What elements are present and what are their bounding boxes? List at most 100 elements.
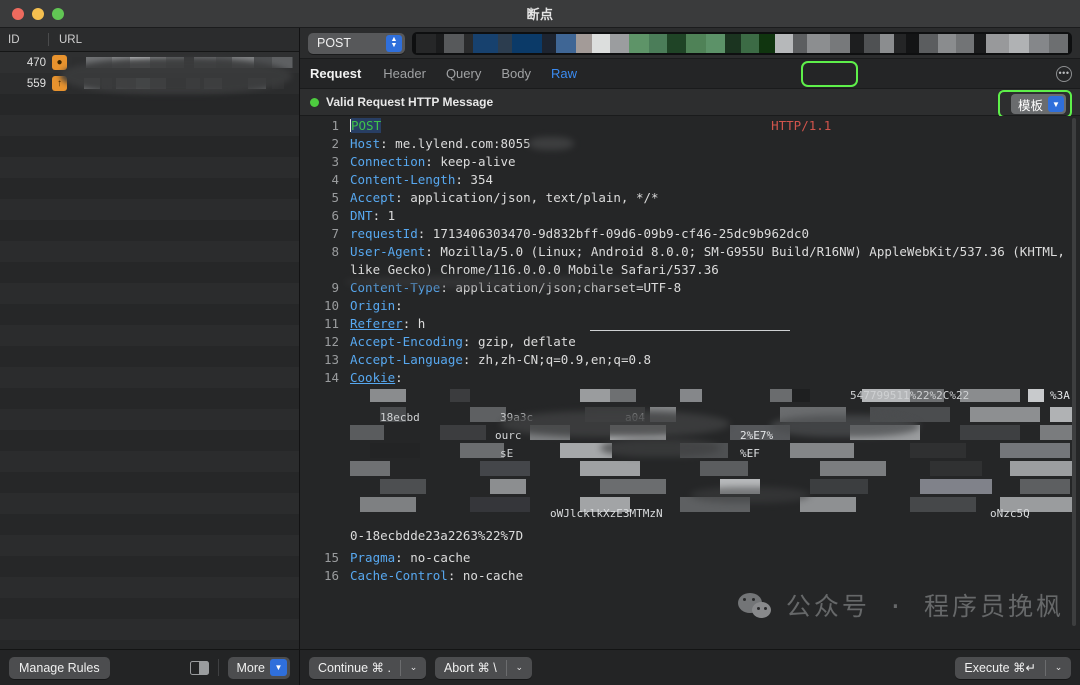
more-button[interactable]: More ▼ [227,656,290,679]
list-item[interactable] [0,241,299,262]
close-window-button[interactable] [12,7,24,20]
header-key: Referer [350,316,403,331]
sidebar-column-header: ID URL [0,28,299,52]
url-redacted-mosaic [416,33,1069,53]
header-key: Host [350,136,381,151]
raw-message-editor[interactable]: 1 POST HTTP/1.1 2 Host: me.lylend.com:80… [300,116,1080,649]
tab-query[interactable]: Query [438,63,489,84]
line-number: 11 [323,316,339,331]
http-method-select[interactable]: POST ▲ ▼ [308,32,405,54]
list-item[interactable] [0,388,299,409]
sidebar-panel-icon[interactable] [189,660,209,675]
wechat-icon [737,593,776,621]
breakpoint-window: 断点 ID URL 470 ● 559 ↑ POST ▲ ▼ Request H… [0,0,1080,685]
manage-rules-button[interactable]: Manage Rules [9,656,110,679]
list-item[interactable] [0,157,299,178]
watermark: 公众号 · 程序员挽枫 [737,593,1064,621]
list-item[interactable] [0,115,299,136]
code-line: 1 POST HTTP/1.1 [300,117,1080,135]
abort-button[interactable]: Abort ⌘ \ ⌄ [434,656,532,679]
column-header-url[interactable]: URL [59,34,299,46]
requests-sidebar: ID URL 470 ● 559 ↑ [0,28,300,649]
request-target-redacted [381,120,771,131]
code-line: 7 requestId: 1713406303470-9d832bff-09d6… [300,225,1080,243]
list-item[interactable] [0,535,299,556]
execute-button[interactable]: Execute ⌘↵ ⌄ [955,656,1071,679]
list-item[interactable] [0,430,299,451]
list-item[interactable] [0,598,299,619]
header-value: no-cache [462,568,524,583]
list-item[interactable] [0,367,299,388]
header-key: Pragma [350,550,396,565]
line-number: 4 [331,172,339,187]
table-row[interactable]: 470 ● [0,52,299,73]
header-key: Connection [350,154,426,169]
list-item[interactable] [0,346,299,367]
list-item[interactable] [0,304,299,325]
line-content: Host: me.lylend.com:8055 [350,135,1080,153]
list-item[interactable] [0,220,299,241]
list-item[interactable] [0,409,299,430]
line-number: 5 [331,190,339,205]
line-number: 12 [323,334,339,349]
list-item[interactable] [0,619,299,640]
line-content: Cache-Control: no-cache [350,568,524,583]
chevron-down-icon[interactable]: ⌄ [401,657,426,679]
list-item[interactable] [0,577,299,598]
column-header-id[interactable]: ID [0,34,48,46]
list-item[interactable] [0,178,299,199]
abort-button-label: Abort ⌘ \ [443,661,497,675]
header-key: Accept [350,190,396,205]
line-content: DNT: 1 [350,208,396,223]
tab-raw[interactable]: Raw [543,63,585,84]
line-content: Cookie: [350,370,403,385]
table-row[interactable]: 559 ↑ [0,73,299,94]
list-item[interactable] [0,136,299,157]
chevron-down-icon[interactable]: ▼ [1048,96,1064,112]
header-value: me.lylend.com:8055 [395,136,531,151]
url-input[interactable] [412,31,1072,55]
header-key: Accept-Language [350,352,463,367]
window-title: 断点 [526,7,554,22]
list-item[interactable] [0,451,299,472]
line-content: Accept-Language: zh,zh-CN;q=0.9,en;q=0.8 [350,352,652,367]
list-item[interactable] [0,94,299,115]
code-line: 16 Cache-Control: no-cache [300,567,1080,585]
list-item[interactable] [0,514,299,535]
stepper-updown-icon[interactable]: ▲ ▼ [386,34,402,52]
bottom-left-group: Manage Rules More ▼ [0,650,300,685]
continue-button-label: Continue ⌘ . [318,661,391,675]
chevron-down-icon[interactable]: ⌄ [1046,657,1071,679]
line-number: 13 [323,352,339,367]
column-divider[interactable] [48,33,49,46]
template-button[interactable]: 模板 ▼ [1010,94,1066,114]
tab-header[interactable]: Header [375,63,434,84]
line-number: 15 [323,550,339,565]
list-item[interactable] [0,493,299,514]
header-value: Mozilla/5.0 (Linux; Android 8.0.0; SM-G9… [350,244,1073,277]
status-dot-icon [310,97,319,107]
ellipsis-circle-icon[interactable]: ••• [1056,65,1072,82]
list-item[interactable] [0,199,299,220]
minimize-window-button[interactable] [32,7,44,20]
list-item[interactable] [0,556,299,577]
line-number: 3 [331,154,339,169]
request-method-token: POST [351,118,382,133]
line-content: Referer: h [350,315,1080,333]
tab-body[interactable]: Body [493,63,539,84]
code-line: 14 Cookie: [300,369,1080,387]
continue-button[interactable]: Continue ⌘ . ⌄ [309,656,426,679]
list-item[interactable] [0,472,299,493]
code-line: 4 Content-Length: 354 [300,171,1080,189]
list-item[interactable] [0,283,299,304]
editor-scrollbar[interactable] [1070,118,1078,647]
header-key: requestId [350,226,418,241]
header-value-redacted [425,318,1045,330]
list-item[interactable] [0,325,299,346]
code-line: 12 Accept-Encoding: gzip, deflate [300,333,1080,351]
chevron-down-icon[interactable]: ▼ [270,659,287,676]
chevron-down-icon[interactable]: ⌄ [507,657,532,679]
list-item[interactable] [0,262,299,283]
header-value-redacted [407,300,617,312]
zoom-window-button[interactable] [52,7,64,20]
